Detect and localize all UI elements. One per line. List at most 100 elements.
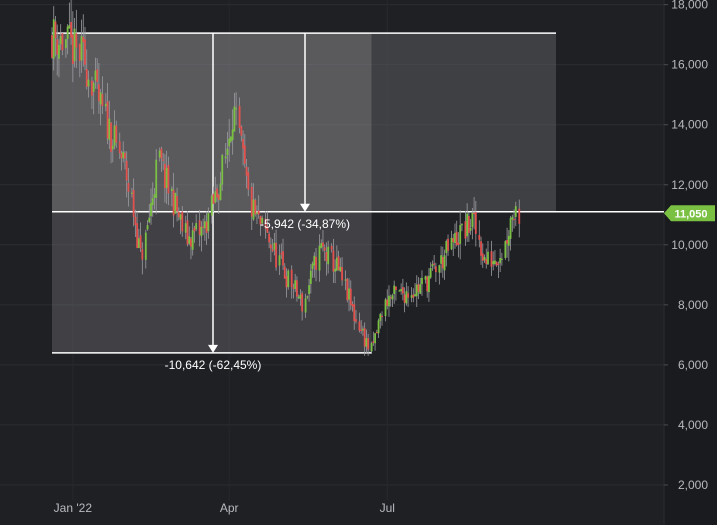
candle-body (80, 36, 83, 61)
candle-body (450, 237, 453, 250)
candle-body (78, 43, 81, 61)
candle-body (455, 231, 458, 246)
candle-body (226, 148, 229, 156)
candle-body (518, 208, 521, 224)
candle-body (82, 36, 85, 43)
candle-body (351, 303, 354, 307)
candle-body (318, 245, 321, 271)
candle-body (151, 198, 154, 206)
candle-body (101, 94, 104, 107)
candle-body (334, 268, 337, 272)
candle-body (99, 92, 102, 105)
candle-body (179, 214, 182, 220)
candle-body (388, 295, 390, 307)
candle-body (71, 34, 74, 65)
candle-body (431, 264, 434, 267)
measure-label-upper: -5,942 (-34,87%) (260, 217, 350, 231)
measure-area-upper (52, 33, 372, 212)
candle-body (327, 246, 330, 265)
candle-body (461, 224, 463, 226)
candle-body (155, 159, 158, 198)
candle-body (120, 153, 123, 159)
candle-body (205, 221, 208, 233)
candle-body (341, 267, 343, 281)
candle-body (195, 223, 198, 230)
candle-body (304, 298, 307, 313)
candle-body (165, 167, 168, 188)
candle-body (379, 314, 382, 321)
candle-body (85, 69, 88, 87)
measure-label-lower: -10,642 (-62,45%) (165, 358, 262, 372)
candle-body (514, 206, 517, 217)
candle-body (349, 288, 352, 305)
candle-body (414, 294, 416, 297)
candle-body (490, 251, 493, 267)
candle-body (348, 288, 350, 300)
y-axis-panel (664, 0, 717, 525)
y-tick-label: 8,000 (678, 298, 708, 312)
candle-body (174, 192, 177, 214)
candle-body (164, 163, 166, 189)
candle-body (513, 218, 515, 221)
candle-body (480, 241, 482, 256)
candle-body (447, 238, 449, 251)
candle-body (315, 256, 317, 270)
candle-body (141, 249, 144, 260)
candle-body (282, 251, 284, 266)
candle-body (438, 265, 441, 273)
candle-body (487, 251, 489, 265)
candle-body (167, 165, 170, 194)
candle-body (412, 294, 415, 298)
candle-body (148, 217, 151, 223)
y-tick-label: 16,000 (671, 58, 708, 72)
candle-body (256, 212, 258, 215)
price-chart[interactable]: 2,000 4,000 6,000 8,000 10,000 12,000 14,000 16… (0, 0, 717, 525)
candle-body (162, 159, 165, 161)
candle-body (108, 118, 111, 140)
candle-body (401, 287, 404, 294)
candle-body (323, 247, 326, 251)
candle-body (73, 28, 76, 62)
y-tick-label: 6,000 (678, 358, 708, 372)
candle-body (360, 329, 363, 331)
candle-body (235, 108, 238, 110)
candle-body (339, 266, 342, 272)
candle-body (433, 263, 436, 265)
candle-body (233, 106, 236, 132)
candle-body (384, 299, 387, 317)
candle-body (473, 212, 475, 215)
candle-body (393, 285, 396, 295)
candle-body (372, 341, 375, 343)
candle-body (440, 255, 442, 264)
candle-body (454, 232, 456, 244)
candle-body (434, 266, 437, 273)
candle-body (198, 220, 201, 235)
candle-body (504, 241, 507, 258)
candle-body (203, 221, 206, 229)
candle-body (381, 315, 383, 318)
candle-body (492, 261, 495, 265)
candle-body (421, 277, 423, 285)
candle-body (377, 320, 380, 334)
candle-body (170, 188, 173, 192)
candle-body (296, 280, 298, 297)
candle-body (84, 39, 86, 65)
candle-body (464, 221, 467, 239)
candle-body (184, 223, 187, 233)
candle-body (494, 260, 496, 264)
current-price-label: 11,050 (674, 208, 707, 220)
candle-body (51, 35, 53, 58)
candle-body (313, 255, 316, 266)
candle-body (118, 141, 121, 154)
candle-body (497, 263, 500, 265)
candle-body (478, 234, 481, 240)
candle-body (254, 200, 257, 215)
candle-body (308, 285, 310, 294)
candle-body (212, 193, 215, 204)
candle-body (445, 241, 448, 254)
candle-body (509, 218, 512, 239)
candle-body (481, 253, 484, 261)
candle-body (111, 145, 114, 150)
candle-body (96, 69, 99, 83)
candle-body (124, 152, 126, 159)
